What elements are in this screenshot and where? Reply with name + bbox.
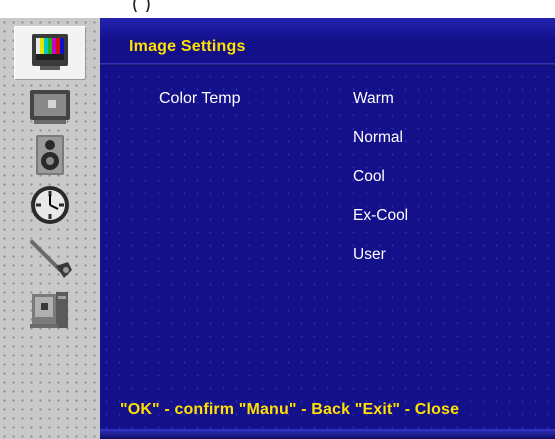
sidebar: [0, 18, 100, 439]
tools-icon: [30, 240, 72, 278]
clock-icon: [31, 186, 69, 224]
sidebar-item-time[interactable]: [22, 183, 78, 227]
option-normal[interactable]: Normal: [353, 129, 403, 147]
settings-panel: Image Settings Color Temp Warm Normal Co…: [100, 18, 555, 439]
key-hint-footer: "OK" - confirm "Manu" - Back "Exit" - Cl…: [120, 401, 460, 418]
bottom-bar: [100, 429, 555, 439]
option-warm[interactable]: Warm: [353, 90, 394, 108]
osd-menu: Image Settings Color Temp Warm Normal Co…: [0, 18, 555, 439]
title-divider: [100, 63, 555, 66]
page-title: Image Settings: [129, 38, 246, 55]
sidebar-item-audio[interactable]: [22, 133, 78, 177]
sidebar-item-input[interactable]: [22, 288, 78, 332]
title-bar: Image Settings: [100, 18, 555, 76]
option-cool[interactable]: Cool: [353, 168, 385, 186]
option-ex-cool[interactable]: Ex-Cool: [353, 207, 408, 225]
color-bars-tv-icon: [32, 34, 68, 70]
sidebar-item-display[interactable]: [22, 86, 78, 130]
monitor-icon: [30, 90, 70, 124]
speaker-icon: [36, 135, 64, 175]
color-temp-label: Color Temp: [159, 90, 241, 107]
sidebar-item-image[interactable]: [14, 26, 86, 80]
computer-tower-icon: [30, 292, 68, 328]
option-user[interactable]: User: [353, 246, 386, 264]
top-caption-fragment: ( ): [132, 0, 151, 12]
sidebar-item-setup[interactable]: [22, 236, 78, 280]
